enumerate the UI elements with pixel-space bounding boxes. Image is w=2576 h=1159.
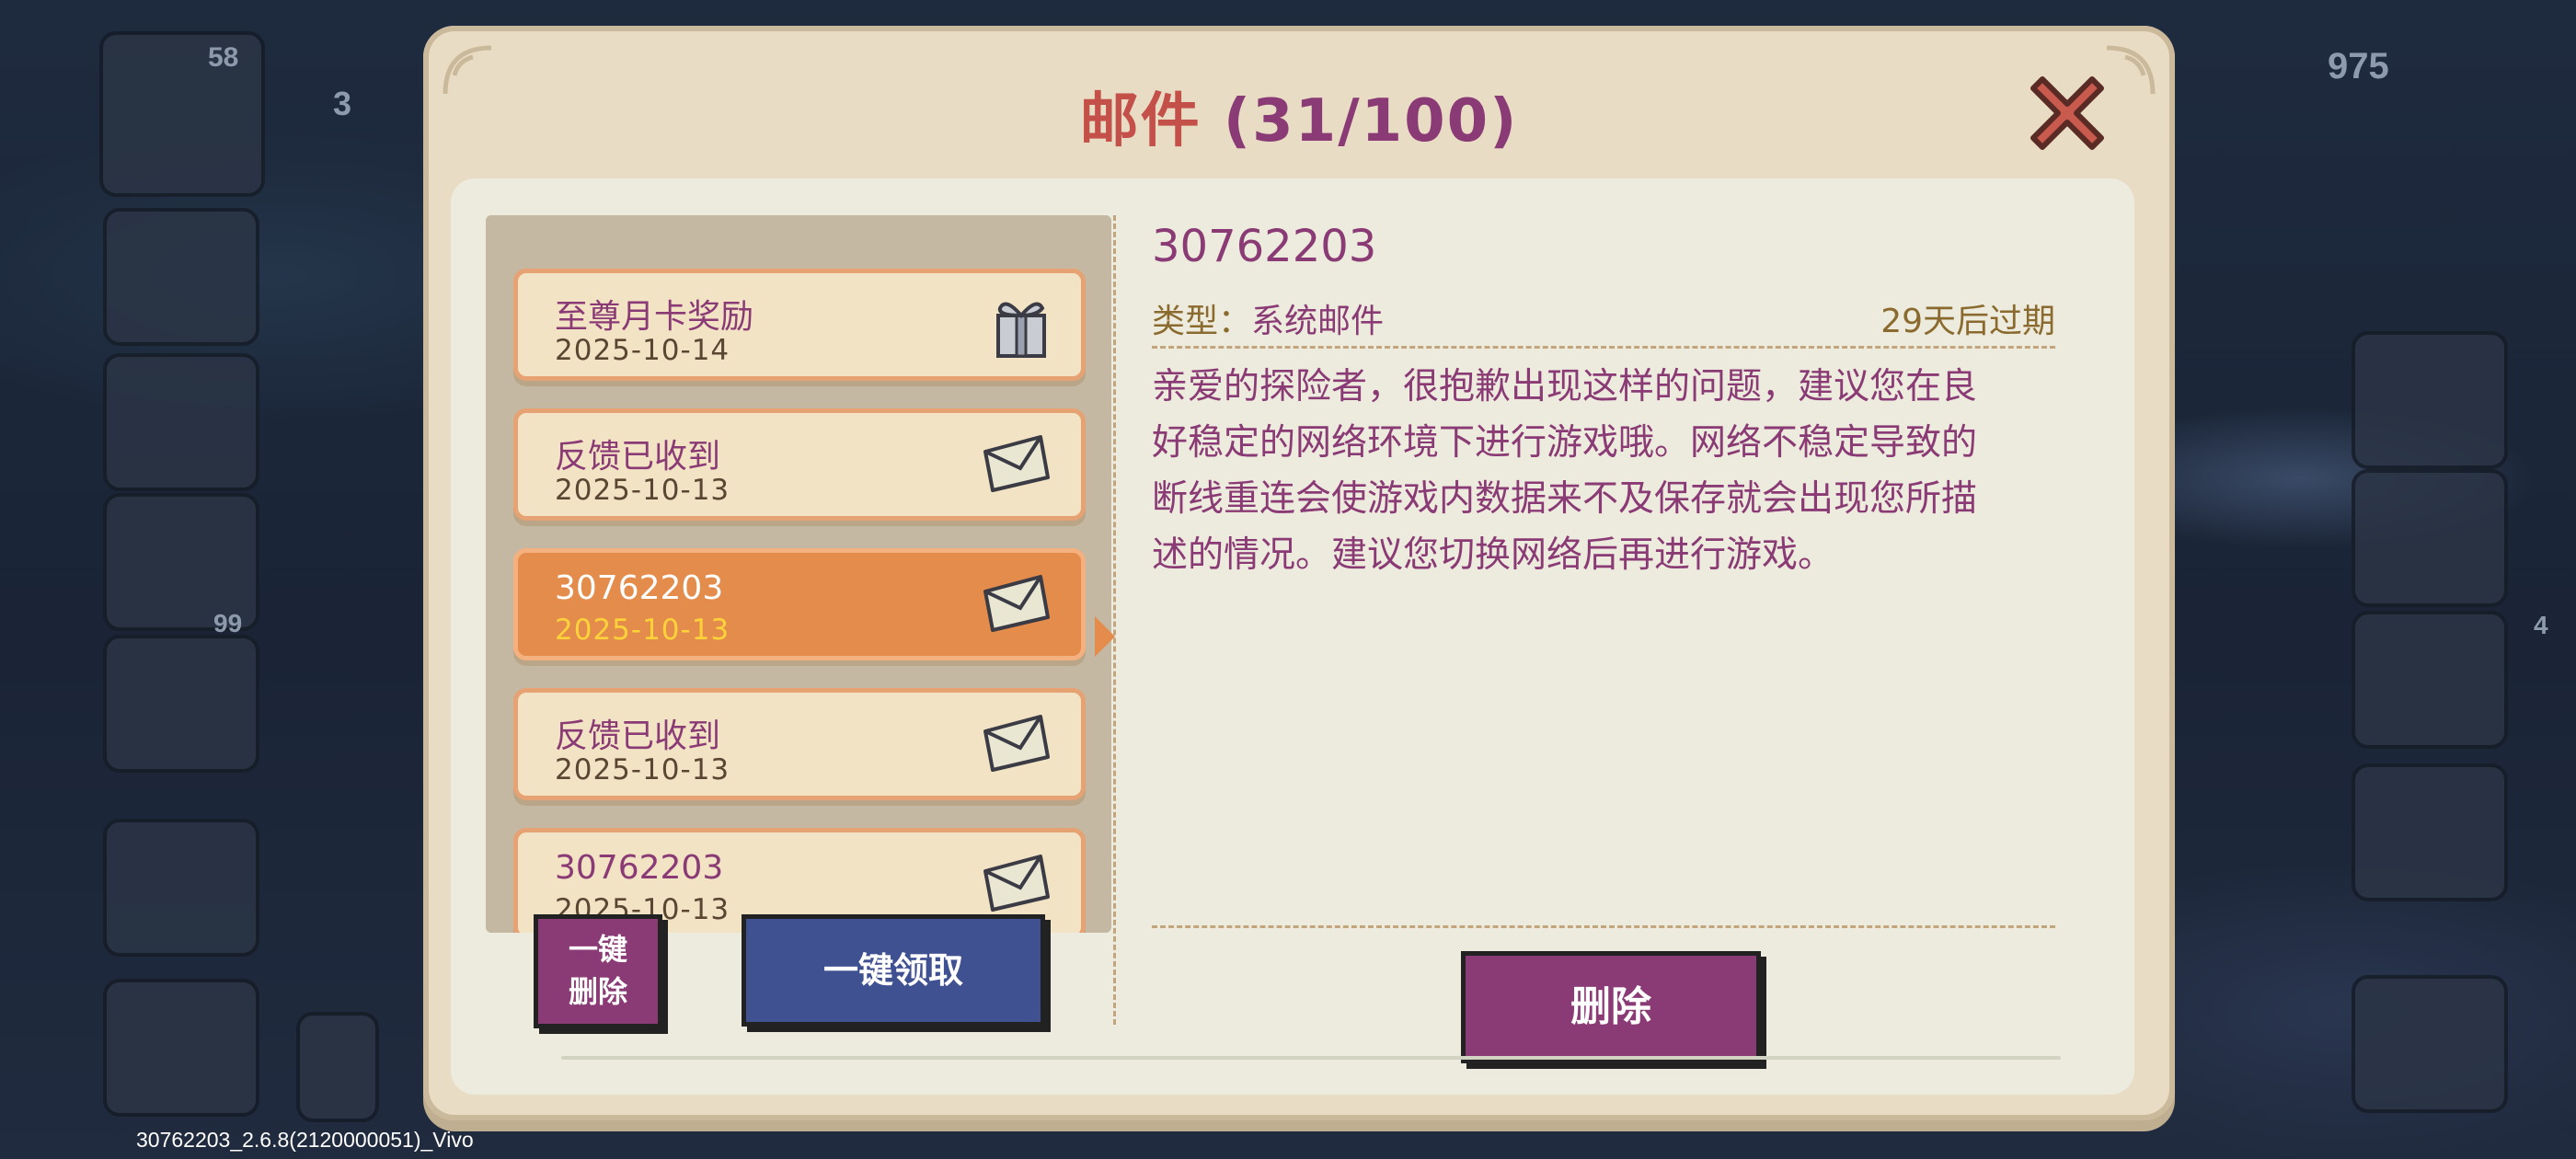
mail-subject: 30762203 — [555, 849, 724, 887]
mail-type-value: 系统邮件 — [1251, 303, 1385, 340]
column-divider — [1113, 215, 1116, 1025]
egg-menu-button[interactable] — [2352, 611, 2508, 749]
dialog-title: 邮件 (31/100) — [423, 74, 2175, 158]
build-info-text: 30762203_2.6.8(2120000051)_Vivo — [136, 1128, 474, 1152]
shield-badge: 3 — [333, 85, 352, 122]
chat-menu-button[interactable] — [103, 635, 259, 773]
delete-all-label-line1: 一键 — [568, 932, 627, 967]
mail-item-selected[interactable]: 30762203 2025-10-13 — [513, 548, 1086, 660]
envelope-icon — [983, 855, 1050, 912]
mail-type-label: 类型： — [1152, 303, 1252, 340]
gift-icon — [996, 302, 1046, 358]
mail-item[interactable]: 反馈已收到 2025-10-13 — [513, 688, 1086, 800]
mail-subject: 反馈已收到 — [555, 438, 721, 476]
avatar-frame[interactable] — [99, 31, 265, 197]
divider — [1152, 925, 2055, 928]
star-menu-button[interactable] — [103, 208, 259, 346]
panel-bottom-rule — [561, 1056, 2061, 1060]
mail-date: 2025-10-13 — [555, 614, 730, 647]
close-icon — [2030, 76, 2104, 150]
selected-pointer — [1095, 616, 1115, 657]
ship-menu-button[interactable] — [2352, 763, 2508, 901]
mail-item[interactable]: 至尊月卡奖励 2025-10-14 — [513, 269, 1086, 381]
mail-subject: 30762203 — [555, 569, 724, 607]
mail-dialog: 邮件 (31/100) 至尊月卡奖励 2025-10-14 反馈已收到 2025… — [423, 26, 2175, 1120]
mail-subject: 至尊月卡奖励 — [555, 298, 754, 336]
map-menu-button[interactable] — [103, 979, 259, 1117]
title-label: 邮件 — [1079, 87, 1202, 155]
delete-all-label-line2: 删除 — [568, 974, 627, 1009]
envelope-icon — [983, 435, 1050, 492]
mail-subject: 反馈已收到 — [555, 717, 721, 755]
mail-date: 2025-10-13 — [555, 753, 730, 786]
gold-amount: 975 — [2328, 46, 2389, 86]
mail-date: 2025-10-13 — [555, 474, 730, 507]
mail-detail-title: 30762203 — [1152, 221, 1377, 272]
mail-date: 2025-10-14 — [555, 334, 730, 367]
mail-count: (31/100) — [1223, 87, 1519, 155]
divider — [1152, 346, 2055, 349]
envelope-icon — [983, 575, 1050, 632]
claim-all-button[interactable]: 一键领取 — [742, 914, 1045, 1027]
mail-type: 类型：系统邮件 — [1152, 294, 1384, 342]
quest-menu-button[interactable] — [2352, 331, 2508, 469]
envelope-icon — [983, 715, 1050, 772]
delete-button[interactable]: 删除 — [1461, 951, 1761, 1063]
chest-menu-button[interactable] — [2352, 975, 2508, 1113]
notification-badge: 4 — [2534, 611, 2548, 639]
level-badge: 58 — [208, 42, 239, 73]
mail-list[interactable]: 至尊月卡奖励 2025-10-14 反馈已收到 2025-10-13 30762… — [486, 215, 1111, 933]
mail-expiry: 29天后过期 — [1880, 303, 2055, 340]
delete-all-button[interactable]: 一键 删除 — [534, 914, 662, 1028]
mail-item[interactable]: 反馈已收到 2025-10-13 — [513, 408, 1086, 521]
mail-panel: 至尊月卡奖励 2025-10-14 反馈已收到 2025-10-13 30762… — [451, 178, 2134, 1095]
close-button[interactable] — [2017, 63, 2118, 164]
hero-menu-button[interactable] — [103, 353, 259, 491]
back-arrow-button[interactable] — [296, 1012, 379, 1122]
gift-menu-button[interactable] — [2352, 469, 2508, 607]
mail-body: 亲爱的探险者，很抱歉出现这样的问题，建议您在良好稳定的网络环境下进行游戏哦。网络… — [1152, 366, 1978, 576]
more-menu-button[interactable] — [103, 819, 259, 957]
